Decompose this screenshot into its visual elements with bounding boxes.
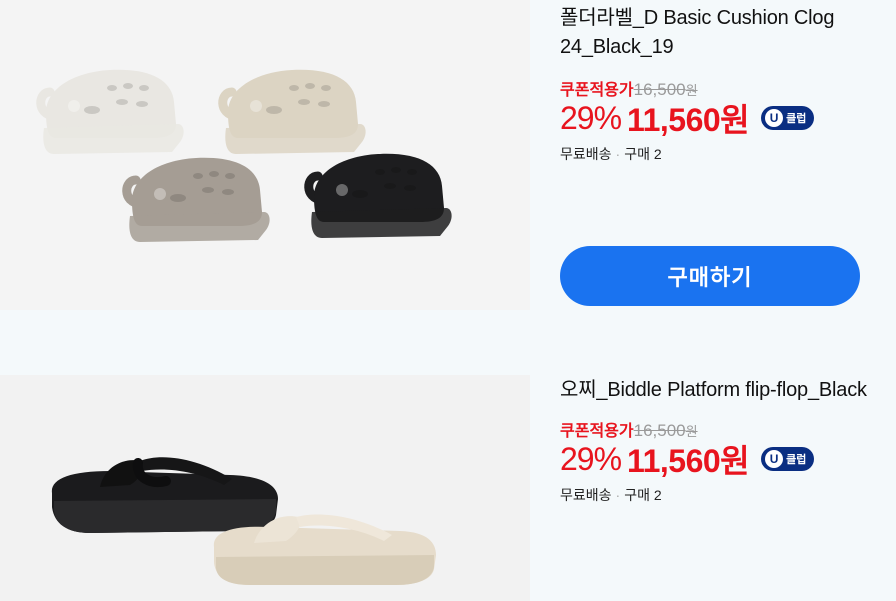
purchase-count: 구매 2	[624, 146, 662, 162]
discount-rate: 29%	[560, 440, 622, 477]
free-shipping: 무료배송	[560, 487, 612, 503]
uclub-badge: U 클럽	[761, 106, 815, 130]
free-shipping: 무료배송	[560, 146, 612, 162]
product-meta: 무료배송 · 구매 2	[560, 485, 890, 505]
product-card-2[interactable]: 오찌_Biddle Platform flip-flop_Black 쿠폰적용가…	[0, 375, 896, 601]
product-meta: 무료배송 · 구매 2	[560, 144, 890, 164]
sale-price-row: 29% 11,560원 U 클럽	[560, 98, 890, 138]
product-image-clogs[interactable]	[0, 0, 530, 310]
product-title[interactable]: 폴더라벨_D Basic Cushion Clog 24_Black_19	[560, 4, 890, 62]
coupon-label: 쿠폰적용가	[560, 423, 634, 440]
flipflop-black	[51, 457, 278, 533]
product-image-flipflops[interactable]	[0, 375, 530, 601]
flipflops-illustration	[51, 457, 436, 585]
clogs-illustration	[0, 0, 530, 310]
product-info-1: 폴더라벨_D Basic Cushion Clog 24_Black_19 쿠폰…	[560, 0, 890, 164]
product-title[interactable]: 오찌_Biddle Platform flip-flop_Black	[560, 376, 890, 405]
product-card-1[interactable]: 폴더라벨_D Basic Cushion Clog 24_Black_19 쿠폰…	[0, 0, 896, 310]
uclub-badge-text: 클럽	[786, 113, 807, 125]
clog-grey	[127, 158, 270, 242]
sale-price: 11,560원	[627, 443, 750, 479]
clog-beige	[223, 70, 366, 154]
uclub-u-icon: U	[765, 109, 784, 127]
discount-rate: 29%	[560, 99, 622, 136]
sale-price-row: 29% 11,560원 U 클럽	[560, 439, 890, 479]
product-info-2: 오찌_Biddle Platform flip-flop_Black 쿠폰적용가…	[560, 375, 890, 505]
uclub-badge: U 클럽	[761, 447, 815, 471]
uclub-u-icon: U	[765, 450, 784, 468]
meta-separator: ·	[615, 146, 621, 162]
meta-separator: ·	[615, 487, 621, 503]
sale-price: 11,560원	[627, 102, 750, 138]
clog-white	[41, 70, 184, 154]
uclub-badge-text: 클럽	[786, 454, 807, 466]
buy-button[interactable]: 구매하기	[560, 246, 860, 306]
coupon-label: 쿠폰적용가	[560, 82, 634, 99]
purchase-count: 구매 2	[624, 487, 662, 503]
clog-black	[309, 154, 452, 238]
